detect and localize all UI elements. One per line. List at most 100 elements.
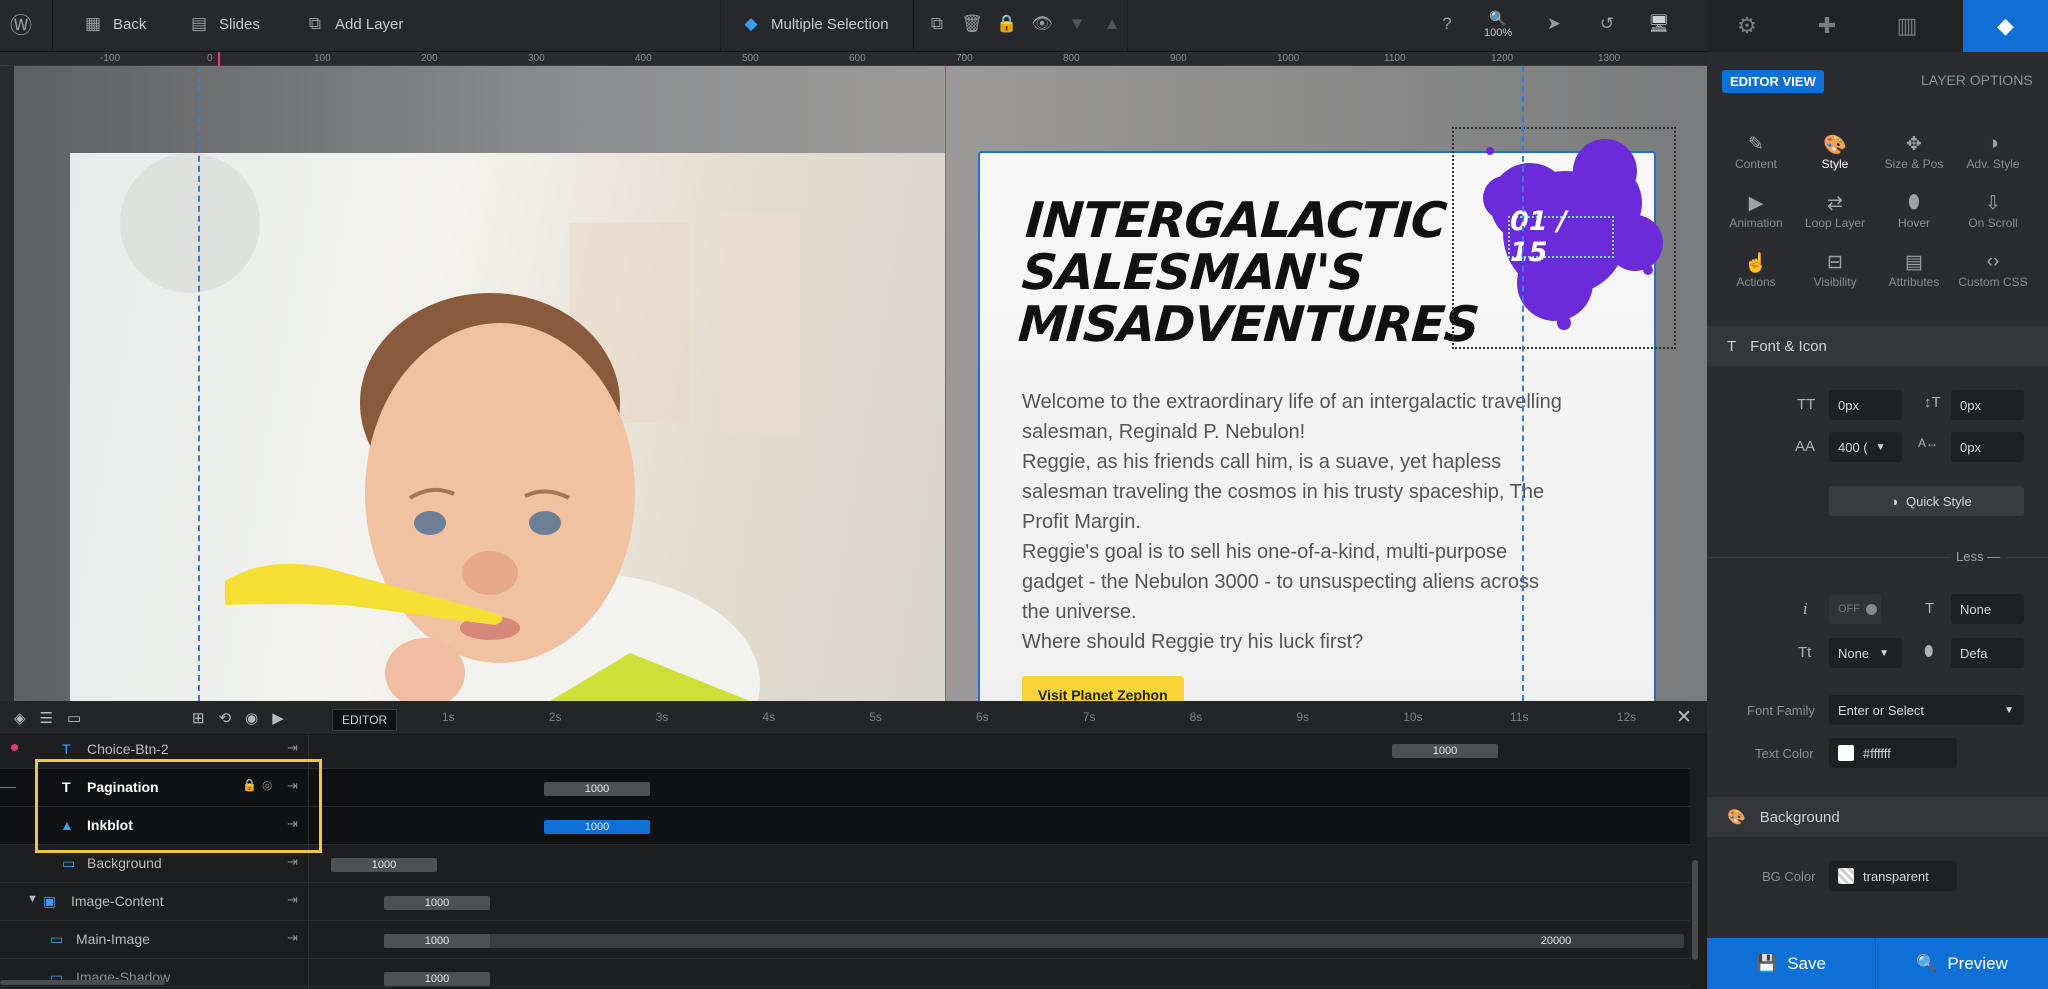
- letter-spacing-field[interactable]: 0px: [1951, 432, 2024, 462]
- horizontal-scrollbar[interactable]: [0, 980, 165, 985]
- chevron-down-icon[interactable]: ▼: [1066, 14, 1088, 34]
- undo-button[interactable]: ↺: [1596, 0, 1618, 48]
- zoom-control[interactable]: 🔍 100%: [1484, 0, 1512, 48]
- device-desktop-button[interactable]: 🖥: [1648, 0, 1670, 48]
- less-toggle[interactable]: Less —: [1950, 549, 2007, 564]
- collapse-icon[interactable]: ⇥: [287, 930, 298, 946]
- timeline-second-label: 5s: [869, 710, 882, 724]
- save-button[interactable]: 💾 Save: [1707, 938, 1875, 989]
- play-icon[interactable]: ▶: [272, 709, 284, 727]
- text-color-field[interactable]: #ffffff: [1829, 738, 1957, 768]
- line-height-field[interactable]: 0px: [1951, 390, 2024, 420]
- option-adv-style[interactable]: ◑ Adv. Style: [1953, 133, 2033, 171]
- option-custom-css[interactable]: ‹› Custom CSS: [1953, 251, 2033, 289]
- timeline-scrollbar[interactable]: [1692, 860, 1698, 960]
- layer-row-main-image[interactable]: ▭ Main-Image ⇥ 1000 20000: [0, 921, 1690, 959]
- layers-icon[interactable]: ◈: [14, 709, 26, 727]
- color-value: transparent: [1863, 868, 1929, 884]
- close-timeline-icon[interactable]: ✕: [1676, 706, 1692, 729]
- folder-icon[interactable]: ▭: [67, 709, 81, 727]
- slides-button[interactable]: ▤ Slides: [188, 0, 260, 48]
- option-visibility[interactable]: ⊟ Visibility: [1795, 251, 1875, 289]
- background-section[interactable]: 🎨 Background: [1707, 797, 2048, 837]
- collapse-icon[interactable]: ⇥: [287, 740, 298, 756]
- gamepad-icon: ✚: [1817, 13, 1837, 38]
- layer-row-image-content[interactable]: ▼ ▣ Image-Content ⇥ 1000: [0, 883, 1690, 921]
- text-transform-select[interactable]: None: [1951, 594, 2024, 624]
- slides-label: Slides: [219, 15, 260, 33]
- italic-toggle[interactable]: OFF: [1829, 594, 1881, 624]
- wordpress-logo[interactable]: Ⓦ: [10, 0, 32, 48]
- pointer-icon: ☝: [1744, 253, 1768, 274]
- collapse-icon[interactable]: ⇥: [287, 892, 298, 908]
- layer-bar-end[interactable]: 20000: [1506, 934, 1606, 948]
- layer-bar[interactable]: 1000: [384, 972, 490, 986]
- grid-icon[interactable]: ⊞: [192, 709, 205, 727]
- option-size-pos[interactable]: ✥ Size & Pos: [1874, 133, 1954, 171]
- slide-body-text[interactable]: Welcome to the extraordinary life of an …: [1022, 387, 1622, 657]
- rectangle-layer-icon: ▭: [50, 931, 64, 947]
- option-style[interactable]: 🎨 Style: [1795, 133, 1875, 171]
- option-on-scroll[interactable]: ⇩ On Scroll: [1953, 192, 2033, 230]
- expand-caret-icon[interactable]: ▼: [27, 893, 38, 905]
- layer-tab[interactable]: ◆: [1963, 0, 2048, 52]
- cursor-select[interactable]: Defa: [1951, 638, 2024, 668]
- layer-bar[interactable]: 1000: [544, 820, 650, 834]
- text-decoration-select[interactable]: None ▼: [1829, 638, 1902, 668]
- quick-style-button[interactable]: ◑ Quick Style: [1829, 486, 2024, 516]
- timeline-second-label: 7s: [1082, 710, 1096, 724]
- ruler-tick: 1200: [1491, 53, 1514, 64]
- back-button[interactable]: ▦ Back: [82, 0, 146, 48]
- trash-icon[interactable]: 🗑: [961, 14, 983, 34]
- layer-options-label[interactable]: LAYER OPTIONS: [1921, 72, 2033, 88]
- layer-row-image-shadow[interactable]: ▭ Image-Shadow 1000: [0, 959, 1690, 987]
- font-size-field[interactable]: 0px: [1829, 390, 1902, 420]
- slide-title[interactable]: Intergalactic Salesman's Misadventures: [1016, 192, 1488, 353]
- chevron-up-icon[interactable]: ▲: [1101, 14, 1123, 34]
- font-icon-section[interactable]: T Font & Icon: [1707, 326, 2048, 366]
- collapse-icon[interactable]: ⇥: [287, 854, 298, 870]
- lock-icon[interactable]: 🔒: [996, 14, 1018, 34]
- duplicate-icon[interactable]: ⧉: [926, 14, 948, 34]
- slide-tab[interactable]: ▥: [1867, 0, 1947, 52]
- layer-name: Background: [87, 855, 162, 871]
- layer-bar[interactable]: 1000: [544, 782, 650, 796]
- option-hover[interactable]: ⬮ Hover: [1874, 192, 1954, 230]
- preview-button[interactable]: 🔍 Preview: [1876, 938, 2048, 989]
- option-animation[interactable]: ▶ Animation: [1716, 192, 1796, 230]
- option-loop-layer[interactable]: ⇄ Loop Layer: [1795, 192, 1875, 230]
- font-family-select[interactable]: Enter or Select ▼: [1829, 695, 2024, 725]
- ruler-tick: 1100: [1384, 53, 1406, 64]
- ruler-tick: 700: [956, 53, 973, 64]
- layer-bar[interactable]: 1000: [331, 858, 437, 872]
- font-weight-select[interactable]: 400 (▼: [1829, 432, 1902, 462]
- select-tool-button[interactable]: ➤: [1543, 0, 1565, 48]
- main-image[interactable]: [70, 153, 946, 701]
- back-icon: ▦: [84, 14, 102, 33]
- list-icon[interactable]: ☰: [40, 709, 53, 727]
- layer-bar[interactable]: 1000: [384, 896, 490, 910]
- option-content[interactable]: ✎ Content: [1716, 133, 1796, 171]
- title-line: Salesman's: [1020, 244, 1366, 301]
- eye-icon[interactable]: 👁: [1031, 14, 1053, 34]
- option-actions[interactable]: ☝ Actions: [1716, 251, 1796, 289]
- editor-view-badge[interactable]: EDITOR VIEW: [1722, 70, 1824, 93]
- layer-bar[interactable]: 1000: [1392, 744, 1498, 758]
- editor-time-marker[interactable]: EDITOR: [332, 709, 398, 731]
- settings-tab[interactable]: ⚙: [1707, 0, 1787, 52]
- magnet-icon[interactable]: ⟲: [219, 709, 232, 727]
- multiple-selection-dropdown[interactable]: ◆ Multiple Selection: [740, 0, 889, 48]
- layer-bar-track[interactable]: [384, 934, 1684, 948]
- layer-bar[interactable]: 1000: [384, 934, 490, 948]
- toggle-label: OFF: [1838, 603, 1860, 615]
- timer-icon[interactable]: ◉: [245, 709, 258, 727]
- letter-spacing-icon: A↔: [1918, 436, 1939, 450]
- gear-icon: ⚙: [1737, 13, 1757, 38]
- selection-label: Multiple Selection: [771, 15, 889, 33]
- bg-color-field[interactable]: transparent: [1829, 861, 1957, 891]
- add-layer-button[interactable]: ⧉ Add Layer: [304, 0, 403, 48]
- navigation-tab[interactable]: ✚: [1787, 0, 1867, 52]
- option-attributes[interactable]: ▤ Attributes: [1874, 251, 1954, 289]
- help-button[interactable]: ?: [1436, 0, 1458, 48]
- body-line: Reggie, as his friends call him, is a su…: [1022, 451, 1502, 473]
